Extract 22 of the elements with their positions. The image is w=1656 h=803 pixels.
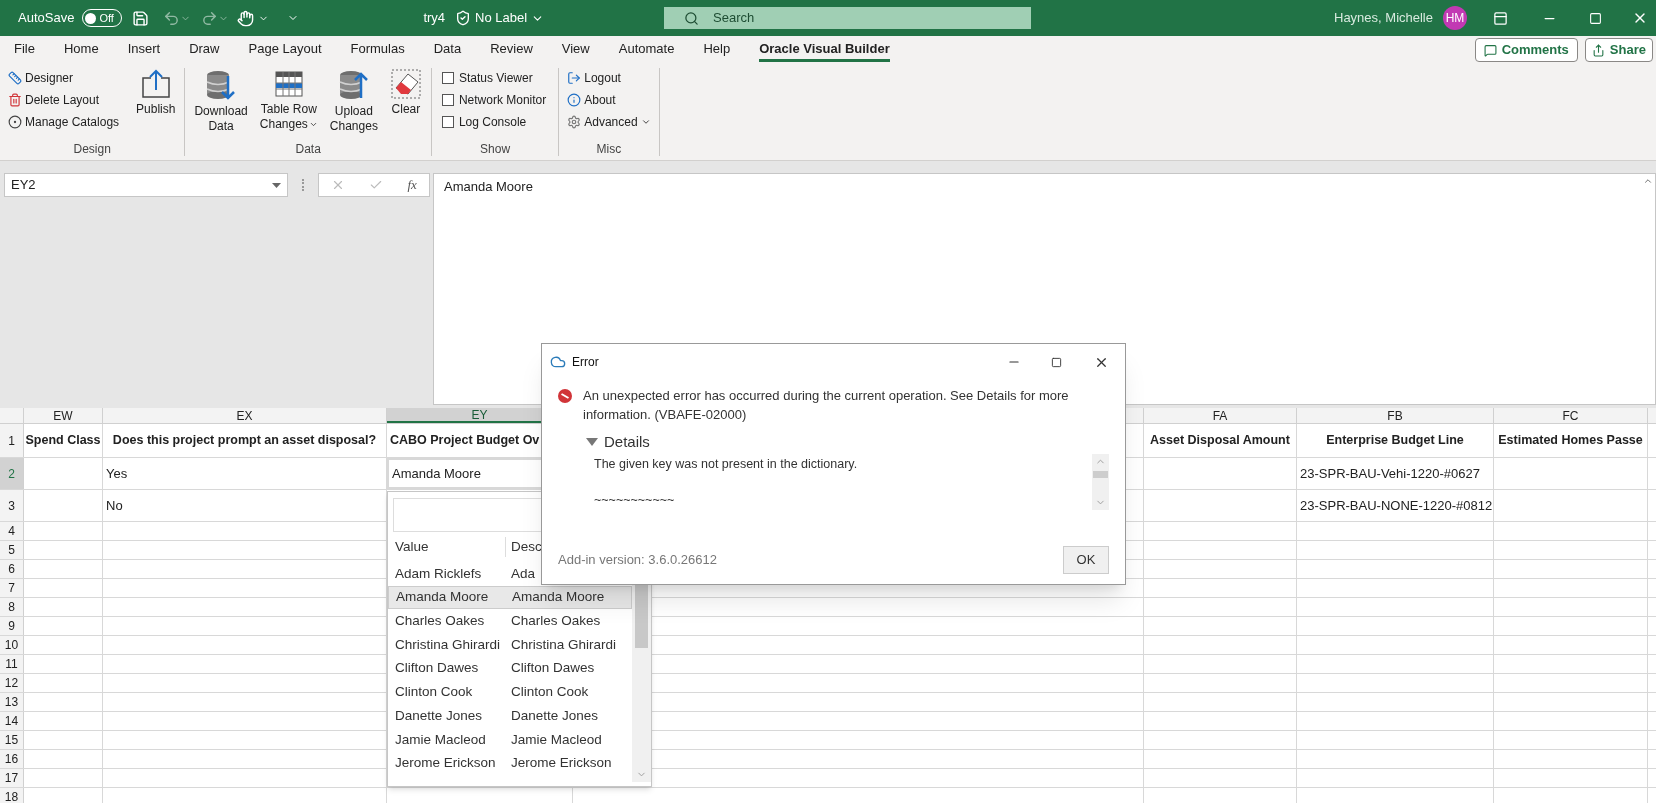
autosave-label: AutoSave xyxy=(18,9,75,28)
header-cell-text: Asset Disposal Amount xyxy=(1150,432,1290,450)
dialog-title: Error xyxy=(572,354,599,371)
header-cell-text: Estimated Homes Passe xyxy=(1498,432,1643,450)
table-cell-text: Yes xyxy=(106,464,128,483)
table-cell-text: No xyxy=(106,496,123,515)
header-cell-text: Enterprise Budget Line xyxy=(1326,432,1464,450)
user-name: Haynes, Michelle xyxy=(1334,9,1433,28)
table-cell-text: 23-SPR-BAU-Vehi-1220-#0627 xyxy=(1300,464,1480,483)
table-cell-text: 23-SPR-BAU-NONE-1220-#0812 xyxy=(1300,496,1493,515)
version-text: Add-in version: 3.6.0.26612 xyxy=(558,551,717,570)
file-name: try4 xyxy=(423,9,446,28)
group-label: Show xyxy=(479,141,512,156)
group-label: Misc xyxy=(595,141,623,156)
header-cell-text: CABO Project Budget Ov xyxy=(390,432,540,450)
details-text: The given key was not present in the dictionary. xyxy=(594,455,859,473)
header-cell-text: Does this project prompt an asset disposal? xyxy=(112,432,377,450)
header-cell-text: Spend Class xyxy=(25,432,101,450)
group-label: Design xyxy=(72,141,112,156)
details-text: ~~~~~~~~~~~ xyxy=(594,491,676,509)
group-label: Data xyxy=(294,141,322,156)
table-cell-text: Amanda Moore xyxy=(392,464,481,483)
